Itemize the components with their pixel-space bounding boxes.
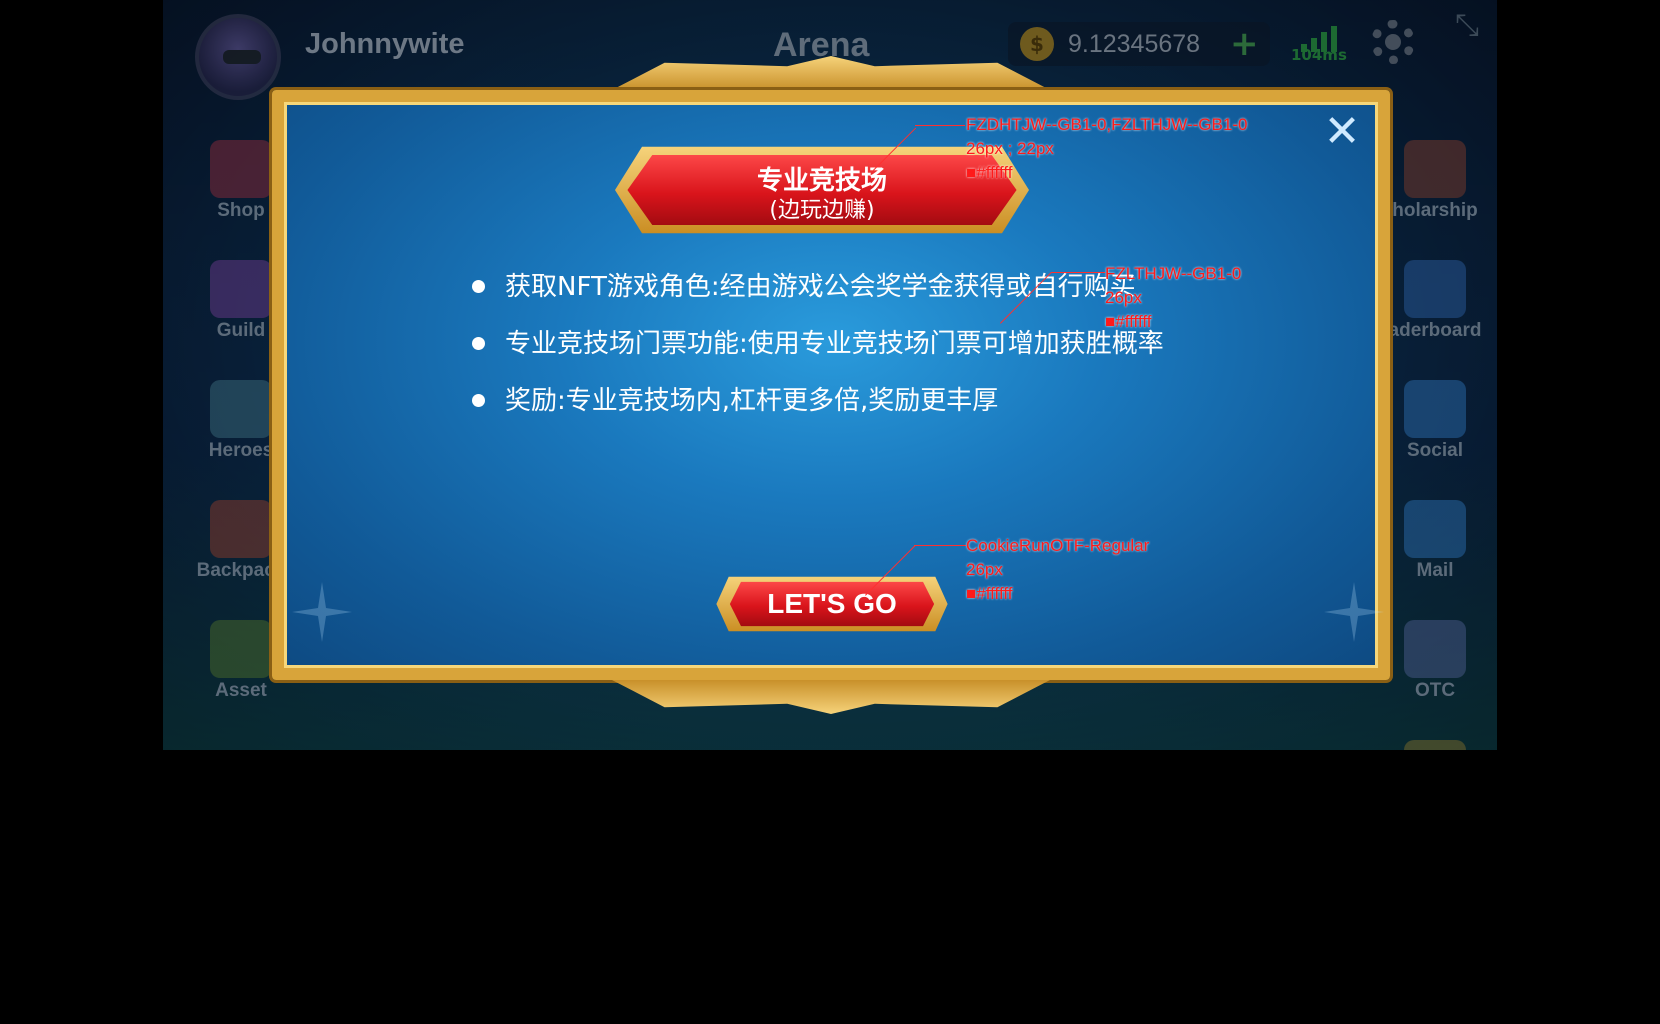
otc-icon	[1404, 620, 1466, 678]
sidebar-item-label: Social	[1407, 440, 1463, 461]
bullet-icon	[472, 394, 485, 407]
list-item-text: 专业竞技场门票功能:使用专业竞技场门票可增加获胜概率	[505, 329, 1164, 359]
sidebar-item-mail[interactable]: Mail	[1385, 500, 1485, 610]
annotation-leader	[1051, 272, 1105, 273]
backpack-icon	[210, 500, 272, 558]
lets-go-button[interactable]: LET'S GO	[709, 573, 955, 635]
annotation-line: FZDHTJW--GB1-0,FZLTHJW--GB1-0	[966, 115, 1248, 134]
annotation-leader	[914, 545, 966, 546]
sidebar-item-label: Asset	[215, 680, 267, 701]
coin-icon: $	[1020, 27, 1054, 61]
balance-value: 9.12345678	[1068, 30, 1201, 58]
annotation-line: 26px	[966, 560, 1003, 579]
add-funds-button[interactable]: +	[1230, 24, 1259, 64]
social-icon	[1404, 380, 1466, 438]
list-item-text: 获取NFT游戏角色:经由游戏公会奖学金获得或自行购买	[505, 272, 1136, 302]
annotation-line: ■#ffffff	[966, 163, 1013, 182]
player-avatar[interactable]	[195, 14, 281, 100]
annotation-bullets: FZLTHJW--GB1-0 26px ■#ffffff	[1105, 262, 1241, 334]
pa-cup-icon	[1404, 740, 1466, 750]
annotation-button: CookieRunOTF-Regular 26px ■#ffffff	[966, 534, 1149, 606]
annotation-line: FZLTHJW--GB1-0	[1105, 264, 1242, 283]
heroes-icon	[210, 380, 272, 438]
sidebar-right: holarship aderboard Social Mail OTC PA CUP	[1385, 130, 1495, 750]
dialog-subtitle: (边玩边赚)	[769, 198, 875, 223]
sidebar-item-label: holarship	[1392, 200, 1478, 221]
mail-icon	[1404, 500, 1466, 558]
close-button[interactable]: ✕	[1322, 110, 1362, 154]
annotation-title: FZDHTJW--GB1-0,FZLTHJW--GB1-0 26px ; 22p…	[966, 113, 1247, 185]
sparkle-icon	[1324, 582, 1384, 642]
shop-icon	[210, 140, 272, 198]
sidebar-item-aderboard[interactable]: aderboard	[1385, 260, 1485, 370]
leaderboard-icon	[1404, 260, 1466, 318]
sidebar-item-label: Mail	[1416, 560, 1454, 581]
guild-icon	[210, 260, 272, 318]
sidebar-item-social[interactable]: Social	[1385, 380, 1485, 490]
annotation-line: 26px ; 22px	[966, 139, 1054, 158]
sidebar-item-label: OTC	[1414, 680, 1456, 701]
collapse-icon[interactable]: ⤡	[1455, 8, 1479, 43]
bullet-icon	[472, 280, 485, 293]
annotation-leader	[915, 125, 965, 126]
annotation-line: ■#ffffff	[966, 584, 1013, 603]
sidebar-item-holarship[interactable]: holarship	[1385, 140, 1485, 250]
mask-icon	[223, 50, 261, 64]
scholarship-icon	[1404, 140, 1466, 198]
sidebar-item-pa-cup[interactable]: PA CUP	[1385, 740, 1485, 750]
annotation-line: 26px	[1105, 288, 1142, 307]
sidebar-item-otc[interactable]: OTC	[1385, 620, 1485, 730]
sparkle-icon	[292, 582, 352, 642]
asset-icon	[210, 620, 272, 678]
ping-value: 104ms	[1291, 46, 1347, 64]
lets-go-label: LET'S GO	[767, 588, 897, 619]
gear-icon[interactable]	[1371, 20, 1415, 64]
username: Johnnywite	[305, 28, 465, 60]
balance-box: $ 9.12345678 +	[1008, 22, 1270, 66]
sidebar-item-label: aderboard	[1388, 320, 1482, 341]
list-item-text: 奖励:专业竞技场内,杠杆更多倍,奖励更丰厚	[505, 386, 999, 416]
bullet-icon	[472, 337, 485, 350]
annotation-line: CookieRunOTF-Regular	[966, 536, 1150, 555]
annotation-line: ■#ffffff	[1105, 312, 1152, 331]
